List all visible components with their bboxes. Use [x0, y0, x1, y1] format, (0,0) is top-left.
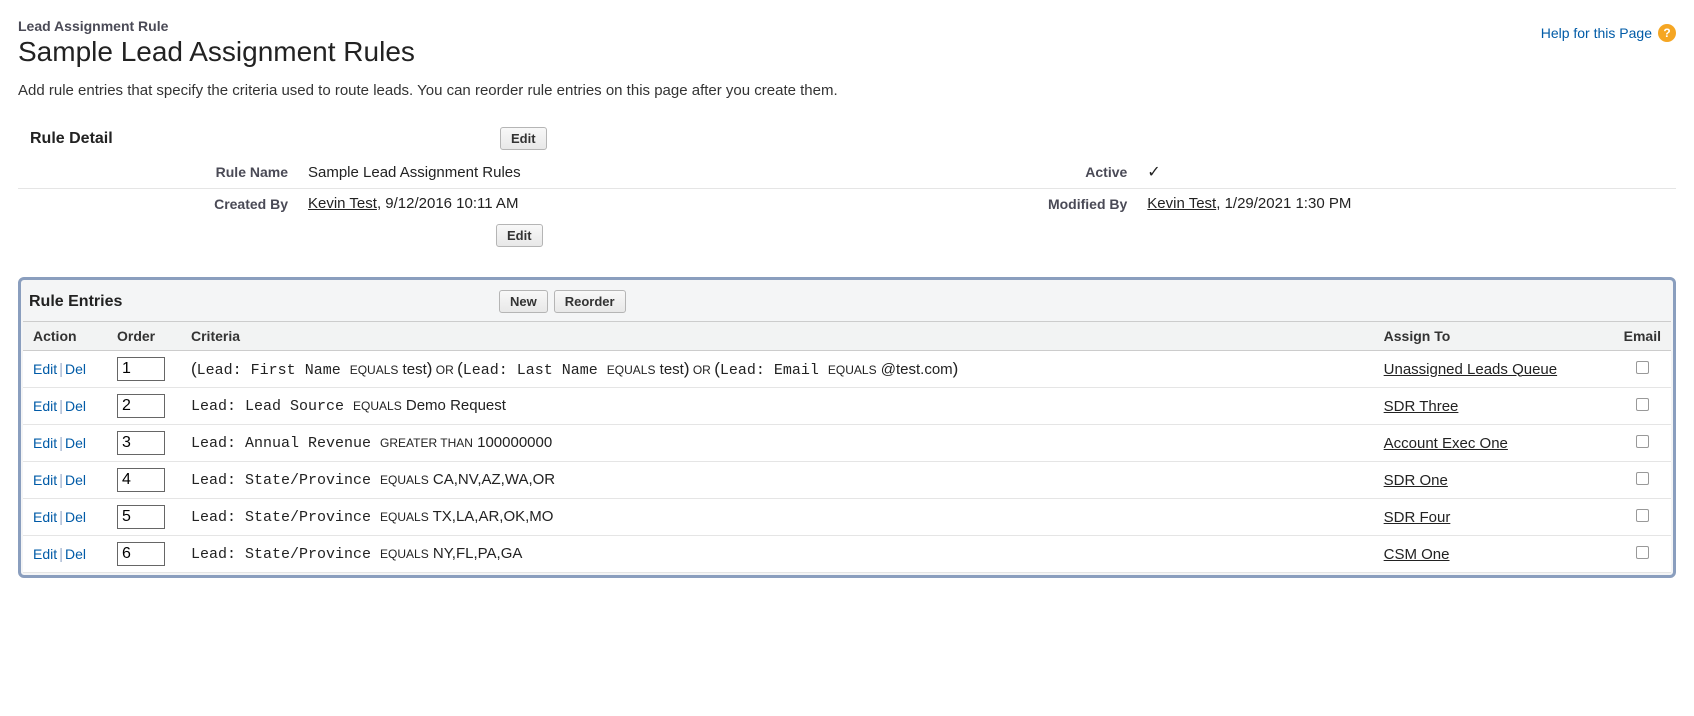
- edit-button-top[interactable]: Edit: [500, 127, 547, 150]
- del-link[interactable]: Del: [65, 509, 86, 525]
- rule-name-value: Sample Lead Assignment Rules: [298, 156, 857, 189]
- page-description: Add rule entries that specify the criter…: [18, 82, 1676, 99]
- email-checkbox[interactable]: [1636, 435, 1649, 448]
- del-link[interactable]: Del: [65, 361, 86, 377]
- edit-link[interactable]: Edit: [33, 435, 57, 451]
- assign-to-link[interactable]: SDR Three: [1384, 398, 1459, 415]
- edit-link[interactable]: Edit: [33, 398, 57, 414]
- criteria-cell: Lead: State/Province EQUALS CA,NV,AZ,WA,…: [181, 462, 1374, 499]
- assign-to-link[interactable]: SDR One: [1384, 472, 1448, 489]
- edit-link[interactable]: Edit: [33, 361, 57, 377]
- created-by-label: Created By: [18, 189, 298, 219]
- edit-link[interactable]: Edit: [33, 546, 57, 562]
- order-input[interactable]: [117, 542, 165, 566]
- email-checkbox[interactable]: [1636, 361, 1649, 374]
- col-criteria: Criteria: [181, 322, 1374, 351]
- page-title: Sample Lead Assignment Rules: [18, 36, 415, 68]
- rule-entries-title: Rule Entries: [29, 293, 499, 311]
- modified-by-label: Modified By: [857, 189, 1137, 219]
- reorder-button[interactable]: Reorder: [554, 290, 626, 313]
- order-input[interactable]: [117, 431, 165, 455]
- action-separator: |: [59, 398, 63, 415]
- criteria-cell: Lead: State/Province EQUALS NY,FL,PA,GA: [181, 536, 1374, 573]
- criteria-cell: Lead: Annual Revenue GREATER THAN 100000…: [181, 425, 1374, 462]
- table-row: Edit|Del Lead: State/Province EQUALS NY,F…: [23, 536, 1671, 573]
- rule-entries-table: Action Order Criteria Assign To Email Ed…: [23, 321, 1671, 573]
- col-assign-to: Assign To: [1374, 322, 1614, 351]
- action-separator: |: [59, 361, 63, 378]
- order-input[interactable]: [117, 394, 165, 418]
- modified-by-time: , 1/29/2021 1:30 PM: [1216, 195, 1351, 212]
- email-checkbox[interactable]: [1636, 546, 1649, 559]
- del-link[interactable]: Del: [65, 546, 86, 562]
- new-button[interactable]: New: [499, 290, 548, 313]
- action-separator: |: [59, 472, 63, 489]
- rule-name-label: Rule Name: [18, 156, 298, 189]
- table-row: Edit|Del Lead: State/Province EQUALS CA,N…: [23, 462, 1671, 499]
- email-checkbox[interactable]: [1636, 398, 1649, 411]
- created-by-user-link[interactable]: Kevin Test: [308, 195, 377, 212]
- edit-link[interactable]: Edit: [33, 509, 57, 525]
- del-link[interactable]: Del: [65, 435, 86, 451]
- rule-detail-title: Rule Detail: [30, 130, 500, 148]
- criteria-cell: Lead: Lead Source EQUALS Demo Request: [181, 388, 1374, 425]
- del-link[interactable]: Del: [65, 398, 86, 414]
- email-checkbox[interactable]: [1636, 509, 1649, 522]
- table-row: Edit|Del (Lead: First Name EQUALS test) O…: [23, 351, 1671, 388]
- table-row: Edit|Del Lead: State/Province EQUALS TX,L…: [23, 499, 1671, 536]
- criteria-cell: Lead: State/Province EQUALS TX,LA,AR,OK,…: [181, 499, 1374, 536]
- help-icon: ?: [1658, 24, 1676, 42]
- criteria-cell: (Lead: First Name EQUALS test) OR (Lead:…: [181, 351, 1374, 388]
- rule-entries-block: Rule Entries New Reorder Action Order Cr…: [18, 277, 1676, 578]
- assign-to-link[interactable]: SDR Four: [1384, 509, 1451, 526]
- help-link-label: Help for this Page: [1541, 25, 1652, 41]
- active-label: Active: [857, 156, 1137, 189]
- rule-detail-table: Rule Name Sample Lead Assignment Rules A…: [18, 156, 1676, 218]
- breadcrumb: Lead Assignment Rule: [18, 18, 415, 34]
- help-link[interactable]: Help for this Page ?: [1541, 24, 1676, 42]
- table-row: Edit|Del Lead: Lead Source EQUALS Demo Re…: [23, 388, 1671, 425]
- active-check-icon: ✓: [1147, 164, 1160, 181]
- order-input[interactable]: [117, 505, 165, 529]
- assign-to-link[interactable]: Account Exec One: [1384, 435, 1508, 452]
- col-order: Order: [107, 322, 181, 351]
- assign-to-link[interactable]: Unassigned Leads Queue: [1384, 361, 1557, 378]
- order-input[interactable]: [117, 468, 165, 492]
- action-separator: |: [59, 435, 63, 452]
- action-separator: |: [59, 509, 63, 526]
- modified-by-user-link[interactable]: Kevin Test: [1147, 195, 1216, 212]
- created-by-time: , 9/12/2016 10:11 AM: [377, 195, 519, 212]
- edit-link[interactable]: Edit: [33, 472, 57, 488]
- edit-button-bottom[interactable]: Edit: [496, 224, 543, 247]
- action-separator: |: [59, 546, 63, 563]
- table-row: Edit|Del Lead: Annual Revenue GREATER THA…: [23, 425, 1671, 462]
- del-link[interactable]: Del: [65, 472, 86, 488]
- col-email: Email: [1614, 322, 1671, 351]
- col-action: Action: [23, 322, 107, 351]
- assign-to-link[interactable]: CSM One: [1384, 546, 1450, 563]
- order-input[interactable]: [117, 357, 165, 381]
- email-checkbox[interactable]: [1636, 472, 1649, 485]
